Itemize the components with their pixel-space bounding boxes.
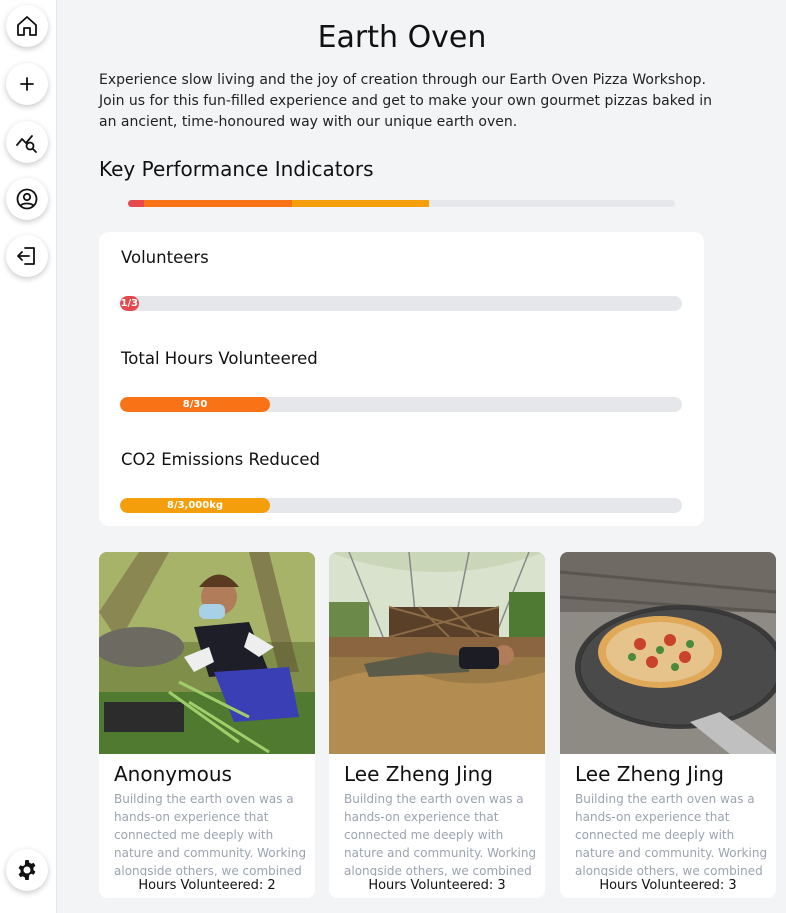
overall-progress-segment xyxy=(292,200,429,207)
home-icon xyxy=(17,16,37,36)
story-card[interactable]: Lee Zheng Jing Building the earth oven w… xyxy=(329,552,545,898)
pizza-on-peel-photo xyxy=(560,552,776,754)
user-circle-icon xyxy=(16,188,38,210)
woman-gardening-photo xyxy=(99,552,315,754)
kpi-bar-co2: 8/3,000kg xyxy=(120,498,682,513)
overall-progress-segment xyxy=(128,200,145,207)
story-text: Building the earth oven was a hands-on e… xyxy=(344,792,537,876)
story-hours: Hours Volunteered: 3 xyxy=(599,878,737,893)
logout-icon xyxy=(17,247,35,265)
kpi-label-hours: Total Hours Volunteered xyxy=(121,349,318,368)
logout-button[interactable] xyxy=(6,235,48,277)
overall-progress-bar xyxy=(128,200,675,207)
add-button[interactable] xyxy=(6,63,48,105)
kpi-fill-co2: 8/3,000kg xyxy=(120,498,271,513)
kpi-card: Volunteers 1/3 Total Hours Volunteered 8… xyxy=(99,232,704,526)
profile-button[interactable] xyxy=(6,178,48,220)
story-author: Lee Zheng Jing xyxy=(575,762,724,786)
kpi-heading: Key Performance Indicators xyxy=(99,157,374,181)
story-author: Anonymous xyxy=(114,762,232,786)
page-description: Experience slow living and the joy of cr… xyxy=(99,72,713,130)
story-author: Lee Zheng Jing xyxy=(344,762,493,786)
story-card[interactable]: Lee Zheng Jing Building the earth oven w… xyxy=(560,552,776,898)
overall-progress-segment xyxy=(144,200,293,207)
kpi-bar-volunteers: 1/3 xyxy=(120,296,682,311)
kpi-fill-hours: 8/30 xyxy=(120,397,271,412)
analytics-button[interactable] xyxy=(6,121,48,163)
gear-icon xyxy=(18,860,36,880)
settings-button[interactable] xyxy=(6,849,48,891)
kpi-label-co2: CO2 Emissions Reduced xyxy=(121,450,321,469)
story-hours: Hours Volunteered: 2 xyxy=(138,878,276,893)
story-text: Building the earth oven was a hands-on e… xyxy=(575,792,768,876)
story-hours: Hours Volunteered: 3 xyxy=(368,878,506,893)
story-card[interactable]: Anonymous Building the earth oven was a … xyxy=(99,552,315,898)
analytics-search-icon xyxy=(16,135,37,153)
man-lying-on-straw-photo xyxy=(329,552,545,754)
plus-icon xyxy=(20,77,34,91)
home-button[interactable] xyxy=(6,5,48,47)
kpi-label-volunteers: Volunteers xyxy=(121,248,209,267)
story-text: Building the earth oven was a hands-on e… xyxy=(114,792,307,876)
sidebar xyxy=(0,0,57,913)
page-title: Earth Oven xyxy=(317,20,487,55)
main-content: Earth Oven Experience slow living and th… xyxy=(57,0,786,913)
kpi-bar-hours: 8/30 xyxy=(120,397,682,412)
kpi-fill-volunteers: 1/3 xyxy=(120,296,139,311)
